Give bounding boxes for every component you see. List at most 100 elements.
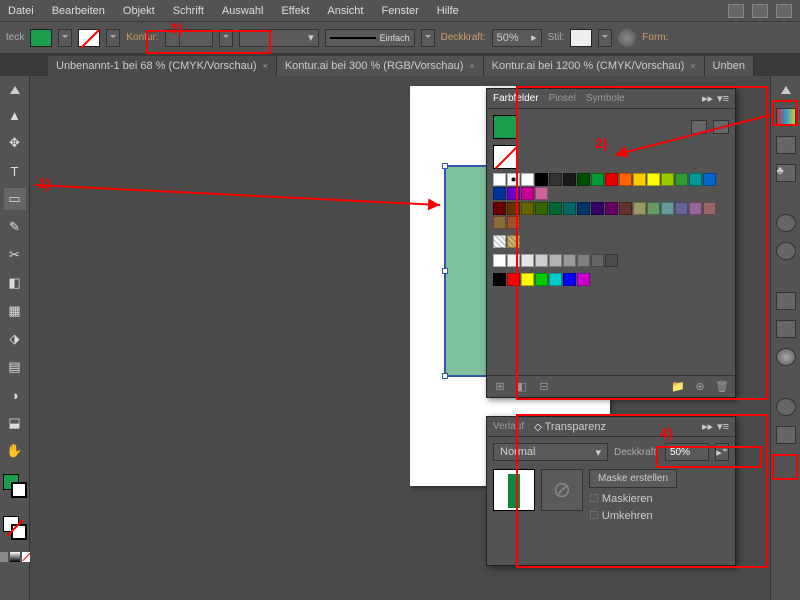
swatch[interactable]	[493, 202, 506, 215]
canvas-area[interactable]: Farbfelder Pinsel Symbole ▸▸▾≡ ⊞ ◧ ⊟ 📁 ⊕	[30, 76, 770, 600]
swatch[interactable]	[535, 202, 548, 215]
swatch[interactable]	[577, 254, 590, 267]
opacity-slider[interactable]: ▸	[715, 443, 729, 461]
swatch[interactable]	[647, 173, 660, 186]
menu-schrift[interactable]: Schrift	[173, 5, 204, 17]
swatch[interactable]	[591, 173, 604, 186]
recolor-icon[interactable]	[618, 29, 636, 47]
object-thumb[interactable]	[493, 469, 535, 511]
swatch[interactable]	[507, 273, 520, 286]
swatch[interactable]	[507, 187, 520, 200]
mesh-tool[interactable]: ⬗	[4, 328, 26, 350]
swatch[interactable]	[577, 202, 590, 215]
column-tool[interactable]: ⬓	[4, 412, 26, 434]
selection-tool[interactable]: ▲	[4, 104, 26, 126]
swatch[interactable]	[549, 273, 562, 286]
swatch[interactable]	[549, 202, 562, 215]
registration-swatch[interactable]	[507, 173, 520, 186]
stroke-panel-icon[interactable]	[776, 292, 796, 310]
swatch[interactable]	[619, 173, 632, 186]
current-fill-swatch[interactable]	[493, 115, 517, 139]
stroke-weight-dd[interactable]	[219, 29, 233, 47]
brush-dd[interactable]	[421, 29, 435, 47]
fill-dropdown[interactable]	[58, 29, 72, 47]
create-mask-button[interactable]: Maske erstellen	[589, 469, 677, 488]
symbols-panel-icon[interactable]: ♣	[776, 164, 796, 182]
menu-hilfe[interactable]: Hilfe	[437, 5, 459, 17]
pen-tool[interactable]: ✎	[4, 216, 26, 238]
grid-tool[interactable]: ▦	[4, 300, 26, 322]
gradient-panel-icon[interactable]	[776, 320, 796, 338]
delete-icon[interactable]: 🗑	[715, 380, 729, 394]
swatch[interactable]	[633, 202, 646, 215]
fill-swatch[interactable]	[30, 29, 52, 47]
color-mode[interactable]	[0, 552, 8, 562]
brushes-panel-icon[interactable]	[776, 136, 796, 154]
menu-effekt[interactable]: Effekt	[281, 5, 309, 17]
menu-auswahl[interactable]: Auswahl	[222, 5, 264, 17]
swatch[interactable]	[549, 173, 562, 186]
close-icon[interactable]: ×	[469, 61, 474, 71]
swatch[interactable]	[605, 254, 618, 267]
fill-stroke-none[interactable]	[3, 516, 27, 540]
swatch[interactable]	[577, 173, 590, 186]
swatch[interactable]	[535, 187, 548, 200]
mask-thumb[interactable]: ⊘	[541, 469, 583, 511]
stroke-weight[interactable]	[165, 29, 213, 47]
panel-menu-icon[interactable]: ▾≡	[717, 92, 729, 105]
scissors-tool[interactable]: ✂	[4, 244, 26, 266]
appearance-panel-icon[interactable]	[776, 398, 796, 416]
swatch[interactable]	[549, 254, 562, 267]
swatch[interactable]	[689, 173, 702, 186]
tab-transparenz[interactable]: ◇ Transparenz	[534, 421, 606, 433]
swatch[interactable]	[661, 202, 674, 215]
graphic-styles-icon[interactable]	[776, 426, 796, 444]
swatch[interactable]	[493, 273, 506, 286]
color-panel-icon[interactable]	[776, 214, 796, 232]
swatch[interactable]	[521, 202, 534, 215]
menu-ansicht[interactable]: Ansicht	[327, 5, 363, 17]
library-icon[interactable]: ⊞	[493, 380, 507, 394]
panel-collapse-icon[interactable]: ▸▸	[702, 92, 713, 105]
tab-farbfelder[interactable]: Farbfelder	[493, 93, 539, 104]
none-swatch[interactable]	[493, 145, 517, 169]
opacity-input[interactable]	[665, 443, 709, 461]
swatch[interactable]	[633, 173, 646, 186]
swatch[interactable]	[619, 202, 632, 215]
menu-objekt[interactable]: Objekt	[123, 5, 155, 17]
swatch[interactable]	[591, 202, 604, 215]
bridge-icon[interactable]	[728, 4, 744, 18]
swatch[interactable]	[675, 202, 688, 215]
close-icon[interactable]: ×	[263, 61, 268, 71]
menu-fenster[interactable]: Fenster	[381, 5, 418, 17]
swatch[interactable]	[563, 202, 576, 215]
tab-pinsel[interactable]: Pinsel	[549, 93, 576, 104]
swatch[interactable]	[507, 254, 520, 267]
swatch[interactable]	[675, 173, 688, 186]
type-tool[interactable]: T	[4, 160, 26, 182]
tab-verlauf[interactable]: Verlauf	[493, 421, 524, 432]
blend-mode[interactable]: Normal▾	[493, 443, 608, 461]
show-icon[interactable]: ◧	[515, 380, 529, 394]
brush-def[interactable]: Einfach	[325, 29, 415, 47]
menu-datei[interactable]: Datei	[8, 5, 34, 17]
swatch[interactable]	[703, 202, 716, 215]
mask-clip[interactable]: ☐ Maskieren	[589, 492, 677, 505]
tab-2[interactable]: Kontur.ai bei 1200 % (CMYK/Vorschau)×	[484, 56, 705, 76]
swatch[interactable]	[535, 254, 548, 267]
shape-tool[interactable]: ◧	[4, 272, 26, 294]
swatch[interactable]	[563, 173, 576, 186]
pattern-swatch[interactable]	[507, 235, 520, 248]
arrange-icon[interactable]	[752, 4, 768, 18]
gpu-icon[interactable]	[776, 4, 792, 18]
swatch[interactable]	[493, 254, 506, 267]
hand-tool[interactable]: ✋	[4, 440, 26, 462]
perspective-tool[interactable]: ▤	[4, 356, 26, 378]
swatch[interactable]	[507, 202, 520, 215]
gradient-mode[interactable]	[10, 552, 20, 562]
swatches-panel-icon[interactable]	[776, 108, 796, 126]
close-icon[interactable]: ×	[690, 61, 695, 71]
swatch[interactable]	[591, 254, 604, 267]
swatch[interactable]	[521, 273, 534, 286]
opacity-field[interactable]: 50%▸	[492, 29, 542, 47]
